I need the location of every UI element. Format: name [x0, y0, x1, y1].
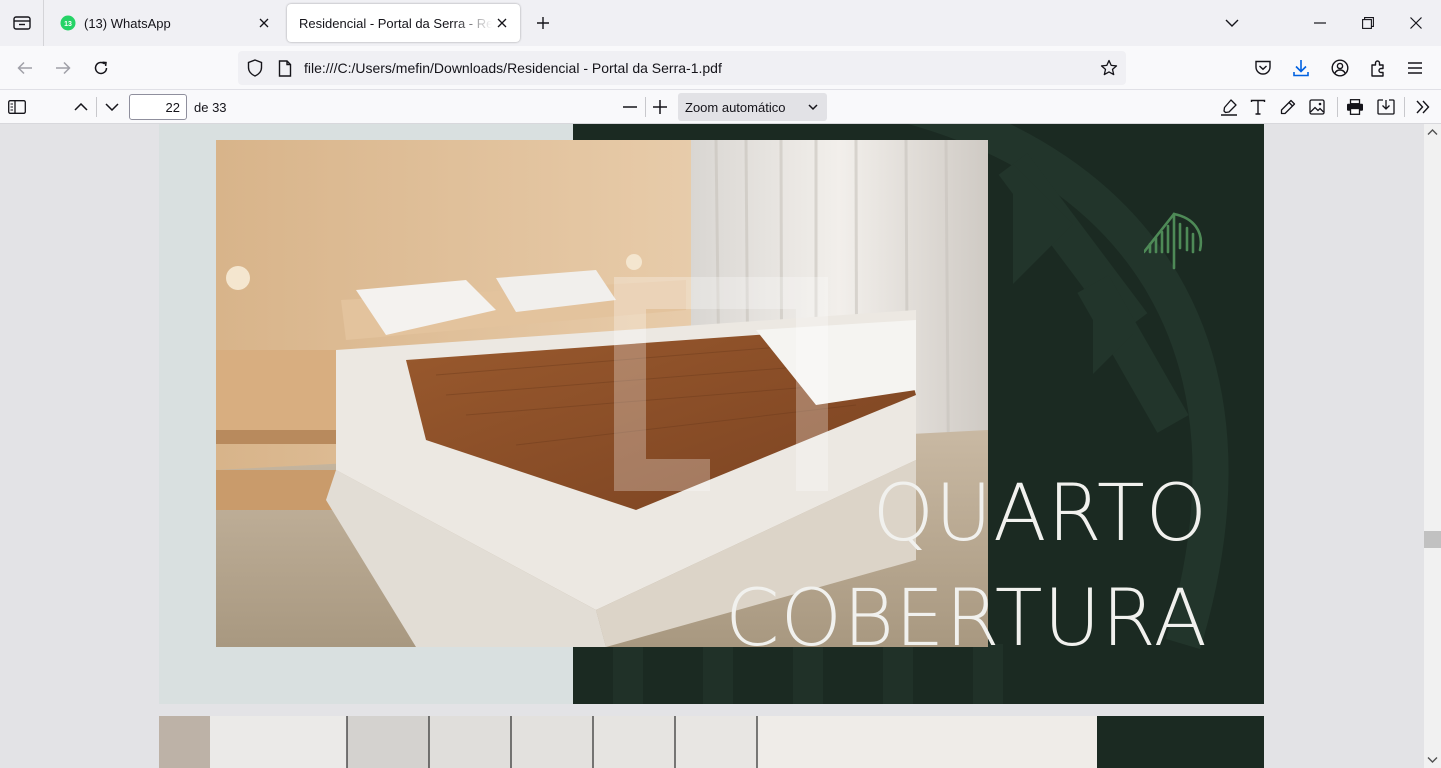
minimize-button[interactable]: [1297, 0, 1343, 46]
zoom-in-button[interactable]: [646, 93, 674, 121]
page-info-icon[interactable]: [270, 51, 300, 85]
zoom-out-button[interactable]: [616, 93, 644, 121]
save-button[interactable]: [1372, 93, 1400, 121]
tab-title: Residencial - Portal da Serra - Residenc…: [299, 15, 492, 31]
arrow-left-icon: [17, 61, 32, 75]
zoom-select-value: Zoom automático: [685, 99, 786, 115]
text-annotation-button[interactable]: [1244, 93, 1272, 121]
new-tab-button[interactable]: [530, 10, 556, 36]
pdf-viewer[interactable]: QUARTO COBERTURA: [0, 124, 1424, 768]
chevron-down-icon: [105, 103, 119, 111]
arrow-right-icon: [56, 61, 71, 75]
close-tab-button[interactable]: [492, 13, 512, 33]
separator: [1404, 97, 1405, 117]
portal-da-serra-logo: [1144, 212, 1203, 270]
close-tab-button[interactable]: [254, 13, 274, 33]
print-button[interactable]: [1341, 93, 1369, 121]
pocket-button[interactable]: [1247, 52, 1279, 84]
tab-whatsapp[interactable]: 13 (13) WhatsApp: [48, 4, 282, 42]
close-icon: [1410, 17, 1422, 29]
shield-icon: [247, 59, 263, 77]
image-icon: [1309, 99, 1325, 115]
text-icon: [1250, 99, 1266, 115]
printer-icon: [1347, 99, 1363, 115]
draw-button[interactable]: [1274, 93, 1302, 121]
scroll-down-icon[interactable]: [1427, 754, 1438, 765]
account-button[interactable]: [1324, 52, 1356, 84]
star-icon: [1100, 59, 1118, 76]
sidebar-icon: [8, 100, 26, 114]
toggle-sidebar-button[interactable]: [3, 93, 31, 121]
restore-icon: [1362, 17, 1374, 29]
scroll-up-icon[interactable]: [1427, 127, 1438, 138]
tab-pdf[interactable]: Residencial - Portal da Serra - Residenc…: [287, 4, 520, 42]
pdf-page-23-preview: [159, 716, 1264, 768]
tracking-protection-icon[interactable]: [240, 51, 270, 85]
reload-button[interactable]: [85, 52, 117, 84]
zoom-select[interactable]: Zoom automático: [678, 93, 827, 121]
account-icon: [1331, 59, 1349, 77]
bookmark-star-button[interactable]: [1094, 51, 1124, 85]
save-download-icon: [1377, 99, 1395, 115]
plus-icon: [653, 100, 667, 114]
extensions-button[interactable]: [1362, 52, 1394, 84]
bedroom-render-image: [216, 140, 988, 647]
tab-bar: 13 (13) WhatsApp Residencial - Portal da…: [0, 0, 1441, 46]
separator: [1337, 97, 1338, 117]
tab-title: (13) WhatsApp: [84, 15, 171, 31]
url-text[interactable]: file:///C:/Users/mefin/Downloads/Residen…: [300, 60, 1094, 76]
close-window-button[interactable]: [1393, 0, 1439, 46]
page-number-input[interactable]: 22: [129, 94, 187, 120]
chevron-down-icon: [1225, 19, 1239, 27]
pdf-page-22: QUARTO COBERTURA: [159, 124, 1264, 704]
highlighter-icon: [1221, 99, 1237, 116]
pdf-toolbar: 22 de 33 Zoom automático: [0, 90, 1441, 124]
slide-title-line2: COBERTURA: [725, 574, 1208, 664]
slide-title-line1: QUARTO: [872, 469, 1208, 559]
address-bar[interactable]: file:///C:/Users/mefin/Downloads/Residen…: [238, 51, 1126, 85]
file-icon: [278, 59, 292, 77]
whatsapp-icon: 13: [60, 15, 76, 31]
vertical-scrollbar[interactable]: [1424, 124, 1441, 768]
pencil-icon: [1280, 99, 1296, 115]
plus-icon: [537, 17, 549, 29]
app-menu-button[interactable]: [1399, 52, 1431, 84]
previous-page-button[interactable]: [67, 93, 95, 121]
download-icon: [1293, 60, 1309, 77]
restore-button[interactable]: [1345, 0, 1391, 46]
hamburger-menu-icon: [1408, 62, 1422, 74]
puzzle-icon: [1371, 60, 1384, 77]
reload-icon: [94, 61, 108, 75]
next-page-button[interactable]: [98, 93, 126, 121]
svg-text:13: 13: [64, 21, 72, 28]
chevron-down-icon: [808, 104, 818, 111]
add-image-button[interactable]: [1303, 93, 1331, 121]
forward-button[interactable]: [47, 52, 79, 84]
highlight-button[interactable]: [1215, 93, 1243, 121]
page-total-label: de 33: [194, 100, 227, 115]
tools-menu-button[interactable]: [1409, 93, 1437, 121]
separator: [96, 97, 97, 117]
minimize-icon: [1314, 22, 1326, 24]
navigation-toolbar: file:///C:/Users/mefin/Downloads/Residen…: [0, 46, 1441, 90]
pocket-icon: [1255, 60, 1271, 75]
firefox-view-icon: [12, 16, 31, 30]
back-button[interactable]: [9, 52, 41, 84]
double-chevron-right-icon: [1416, 100, 1430, 114]
list-all-tabs-button[interactable]: [1218, 10, 1246, 36]
close-icon: [497, 18, 507, 28]
firefox-view-button[interactable]: [0, 0, 44, 46]
minus-icon: [623, 106, 637, 108]
chevron-up-icon: [74, 103, 88, 111]
downloads-button[interactable]: [1285, 52, 1317, 84]
close-icon: [259, 18, 269, 28]
frame-outline-graphic: [614, 277, 828, 491]
scrollbar-thumb[interactable]: [1424, 531, 1441, 548]
